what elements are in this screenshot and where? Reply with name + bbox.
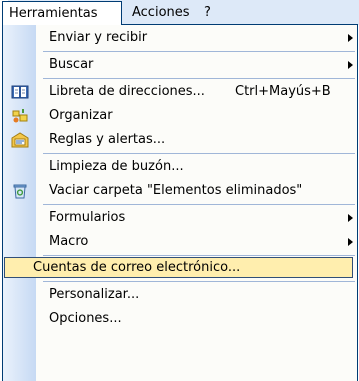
menu-item-label: Vaciar carpeta "Elementos eliminados" xyxy=(49,183,303,198)
menu-item-limpieza-buzon[interactable]: Limpieza de buzón... xyxy=(3,155,357,179)
address-book-icon xyxy=(11,84,29,100)
menu-acciones[interactable]: Acciones xyxy=(126,1,196,24)
separator xyxy=(43,255,355,256)
menu-item-personalizar[interactable]: Personalizar... xyxy=(3,283,357,307)
separator xyxy=(43,281,355,282)
menu-item-vaciar-carpeta[interactable]: Vaciar carpeta "Elementos eliminados" xyxy=(3,179,357,203)
menu-item-label: Formularios xyxy=(49,210,126,225)
organize-icon xyxy=(11,108,29,124)
menu-item-shortcut: Ctrl+Mayús+B xyxy=(235,84,331,99)
submenu-arrow-icon xyxy=(348,238,353,246)
menu-item-buscar[interactable]: Buscar xyxy=(3,53,357,77)
menu-item-label: Macro xyxy=(49,234,89,249)
menu-item-label: Enviar y recibir xyxy=(49,30,148,45)
separator xyxy=(43,153,355,154)
menu-item-libreta-direcciones[interactable]: Libreta de direcciones... Ctrl+Mayús+B xyxy=(3,80,357,104)
menu-item-label: Buscar xyxy=(49,57,94,72)
menu-item-label: Libreta de direcciones... xyxy=(49,84,205,99)
separator xyxy=(43,204,355,205)
herramientas-dropdown: Enviar y recibir Buscar Libreta de direc… xyxy=(2,24,358,381)
menu-item-label: Personalizar... xyxy=(49,287,140,302)
menu-item-label: Organizar xyxy=(49,108,113,123)
submenu-arrow-icon xyxy=(348,61,353,69)
menu-item-formularios[interactable]: Formularios xyxy=(3,206,357,230)
separator xyxy=(43,51,355,52)
submenu-arrow-icon xyxy=(348,34,353,42)
menu-item-cuentas-correo[interactable]: Cuentas de correo electrónico... xyxy=(3,257,357,281)
menu-bar: Herramientas Acciones ? xyxy=(0,0,359,25)
menu-item-label: Reglas y alertas... xyxy=(49,132,166,147)
menu-help[interactable]: ? xyxy=(198,1,217,24)
menu-item-macro[interactable]: Macro xyxy=(3,230,357,254)
submenu-arrow-icon xyxy=(348,214,353,222)
menu-item-enviar-recibir[interactable]: Enviar y recibir xyxy=(3,26,357,50)
menu-item-organizar[interactable]: Organizar xyxy=(3,104,357,128)
menu-item-label: Opciones... xyxy=(49,311,122,326)
menu-item-reglas-alertas[interactable]: Reglas y alertas... xyxy=(3,128,357,152)
menu-herramientas[interactable]: Herramientas xyxy=(2,1,122,25)
rules-alerts-icon xyxy=(11,132,29,148)
trash-icon xyxy=(11,183,29,199)
menu-item-label: Cuentas de correo electrónico... xyxy=(33,260,241,275)
separator xyxy=(43,78,355,79)
menu-item-opciones[interactable]: Opciones... xyxy=(3,307,357,331)
menu-item-label: Limpieza de buzón... xyxy=(49,159,184,174)
